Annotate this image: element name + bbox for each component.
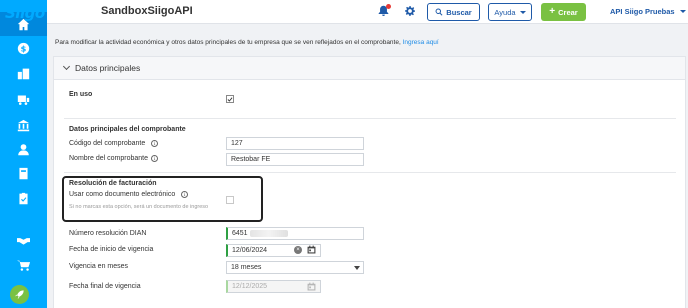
search-button-label: Buscar: [446, 7, 472, 17]
search-icon: [435, 8, 443, 16]
create-button-label: Crear: [558, 7, 578, 17]
fecha-inicio-label: Fecha de inicio de vigencia: [69, 246, 154, 253]
user-icon[interactable]: [0, 137, 47, 161]
vigencia-label: Vigencia en meses: [69, 263, 129, 270]
nombre-label: Nombre del comprobante: [69, 155, 148, 162]
svg-text:$: $: [21, 43, 27, 53]
usar-electronico-checkbox[interactable]: [226, 196, 234, 204]
sidebar: $: [0, 0, 47, 308]
intro-text: Para modificar la actividad económica y …: [55, 39, 439, 46]
check-icon: [227, 96, 233, 102]
top-header: Siigo SandboxSiigoAPI Buscar Ayuda + Cre…: [5, 0, 688, 24]
cart-icon[interactable]: [0, 87, 47, 111]
siigo-logo[interactable]: Siigo: [5, 4, 45, 22]
fecha-final-value: 12/12/2025: [232, 283, 268, 290]
main-content: Para modificar la actividad económica y …: [47, 24, 688, 308]
en-uso-label: En uso: [69, 91, 93, 98]
create-button[interactable]: + Crear: [541, 3, 586, 21]
info-icon[interactable]: i: [151, 140, 158, 147]
codigo-label: Código del comprobante: [69, 140, 146, 147]
clipboard-icon[interactable]: [0, 186, 47, 210]
calendar-icon[interactable]: [307, 245, 316, 254]
help-dropdown[interactable]: Ayuda: [488, 3, 532, 21]
info-icon[interactable]: i: [181, 191, 188, 198]
intro-message: Para modificar la actividad económica y …: [55, 39, 403, 46]
redacted-text: [249, 230, 288, 237]
chevron-down-icon: [679, 10, 686, 13]
intro-link[interactable]: Ingresa aquí: [403, 39, 439, 46]
codigo-input[interactable]: 127: [226, 137, 364, 150]
plus-icon: +: [549, 6, 556, 17]
handshake-icon[interactable]: [0, 228, 47, 252]
bank-icon[interactable]: [0, 113, 47, 137]
app-title: SandboxSiigoAPI: [101, 5, 193, 17]
chevron-down-icon: [519, 10, 526, 14]
shop-cart-icon[interactable]: [0, 253, 47, 277]
divider: [64, 172, 676, 173]
help-label: Ayuda: [494, 7, 516, 17]
fecha-inicio-value: 12/06/2024: [232, 247, 268, 254]
resolucion-value: 6451: [232, 230, 248, 237]
datos-principales-panel: Datos principales En uso Datos principal…: [53, 56, 686, 308]
divider: [64, 118, 676, 119]
section-resolucion-heading: Resolución de facturación: [69, 180, 157, 187]
chevron-down-icon: [62, 62, 71, 71]
en-uso-checkbox[interactable]: [226, 95, 234, 103]
vigencia-value: 18 meses: [231, 264, 262, 271]
search-button[interactable]: Buscar: [427, 3, 480, 21]
buildings-icon[interactable]: [0, 61, 47, 85]
rocket-icon[interactable]: [10, 285, 29, 304]
section-comprobante-heading: Datos principales del comprobante: [69, 126, 186, 133]
usar-electronico-hint: Si no marcas esta opción, será un docume…: [69, 204, 209, 210]
user-menu[interactable]: API Siigo Pruebas: [610, 7, 686, 16]
resolucion-input[interactable]: 6451: [226, 227, 364, 240]
nombre-input[interactable]: Restobar FE: [226, 153, 364, 166]
usar-electronico-label: Usar como documento electrónico: [69, 191, 176, 198]
dollar-icon[interactable]: $: [0, 36, 47, 60]
panel-header[interactable]: Datos principales: [54, 57, 685, 80]
info-icon[interactable]: i: [151, 155, 158, 162]
bell-icon[interactable]: [378, 4, 392, 19]
calendar-icon: [307, 282, 316, 291]
chevron-down-icon: [354, 266, 360, 270]
book-icon[interactable]: [0, 161, 47, 185]
gear-icon[interactable]: [405, 6, 416, 17]
fecha-final-label: Fecha final de vigencia: [69, 283, 141, 290]
notification-dot: [386, 4, 391, 9]
resolucion-label: Número resolución DIAN: [69, 230, 147, 237]
clear-icon[interactable]: ×: [294, 246, 302, 254]
user-name: API Siigo Pruebas: [610, 7, 675, 16]
panel-title: Datos principales: [75, 63, 141, 73]
vigencia-select[interactable]: 18 meses: [226, 261, 364, 274]
